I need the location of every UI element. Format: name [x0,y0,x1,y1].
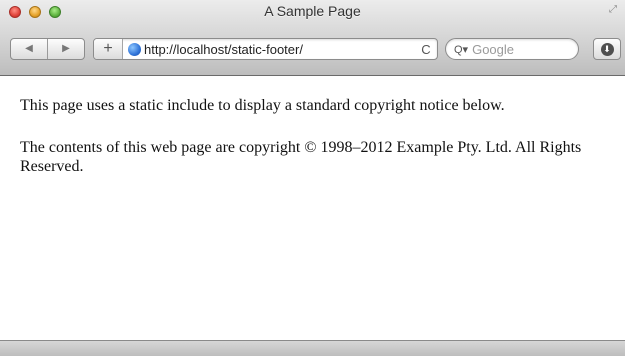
back-forward-control: ◀ ▶ [10,38,85,60]
browser-window: A Sample Page ⤢ ◀ ▶ + http://localhost/s… [0,0,625,356]
page-content: This page uses a static include to displ… [0,76,625,340]
add-bookmark-button[interactable]: + [94,39,123,59]
copyright-paragraph: The contents of this web page are copyri… [20,139,582,175]
address-bar[interactable]: + http://localhost/static-footer/ C [93,38,438,60]
search-icon[interactable]: Q▾ [454,43,468,56]
search-input[interactable] [472,41,563,57]
globe-icon [128,42,141,56]
download-icon: ⬇ [600,42,614,56]
search-field[interactable]: Q▾ [445,38,579,60]
intro-paragraph: This page uses a static include to displ… [20,97,505,114]
url-field[interactable]: http://localhost/static-footer/ [144,42,415,57]
browser-chrome: A Sample Page ⤢ ◀ ▶ + http://localhost/s… [0,0,625,76]
downloads-button[interactable]: ⬇ [593,38,621,60]
window-title: A Sample Page [264,3,361,19]
fullscreen-icon[interactable]: ⤢ [609,4,621,16]
reload-icon[interactable]: C [415,42,437,57]
status-bar [0,340,625,356]
forward-button[interactable]: ▶ [47,39,84,59]
back-button[interactable]: ◀ [11,39,47,59]
